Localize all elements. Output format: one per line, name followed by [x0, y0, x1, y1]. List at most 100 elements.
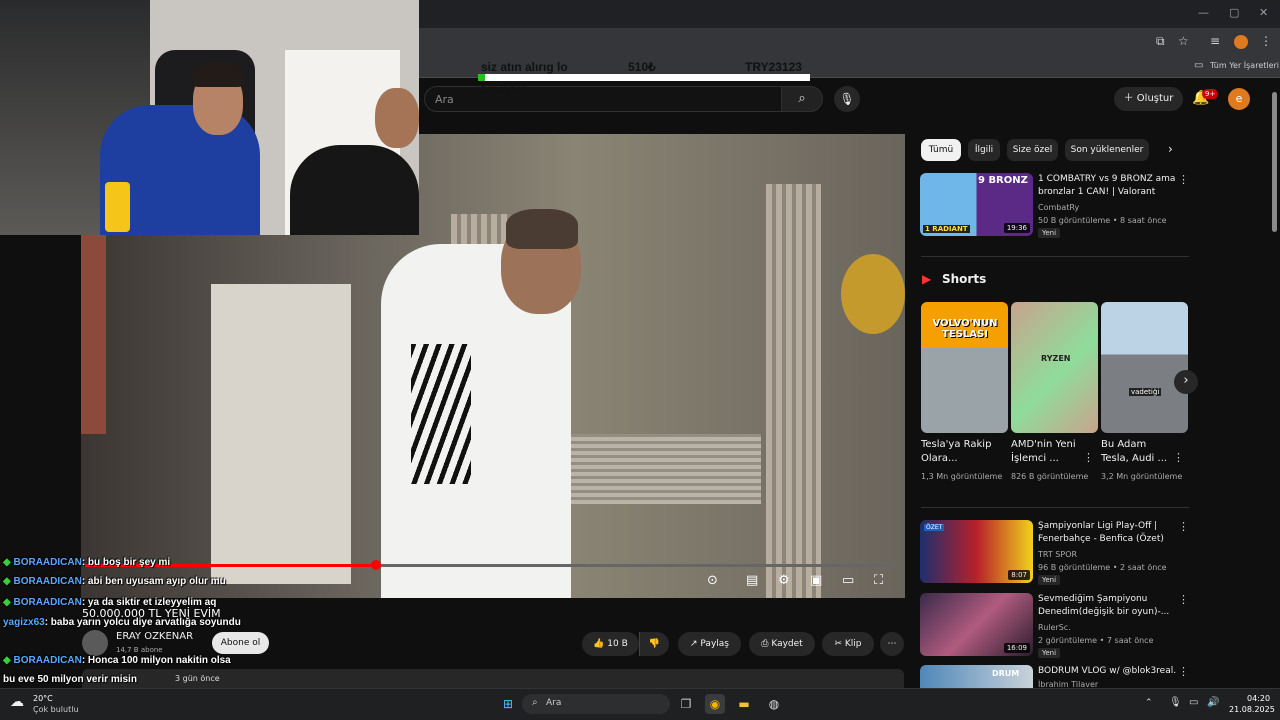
more-options-icon[interactable]: ⋮: [1178, 593, 1189, 606]
chat-badge-icon: ◆: [3, 557, 14, 568]
thumbnail-text: VOLVO'NUN TESLASI: [932, 318, 998, 340]
like-count: 10 B: [607, 639, 628, 649]
chip-recently-uploaded[interactable]: Son yüklenenler: [1065, 139, 1149, 161]
video-thumbnail[interactable]: ÖZET 8:07: [920, 520, 1033, 583]
short-views: 3,2 Mn görüntüleme: [1101, 472, 1183, 481]
fullscreen-icon[interactable]: ⛶: [874, 573, 883, 588]
chat-text: : abi ben uyusam ayıp olur mu: [81, 576, 226, 587]
list-item[interactable]: 16:09 Sevmediğim Şampiyonu Denedim(değiş…: [920, 593, 1270, 658]
chevron-right-icon[interactable]: ›: [1168, 142, 1173, 156]
weather-desc[interactable]: Çok bulutlu: [33, 705, 79, 714]
chat-message: ◆ BORAADICAN: ya da siktir et izleyyelim…: [3, 593, 243, 612]
channel-name[interactable]: CombatRy: [1038, 203, 1079, 212]
video-thumbnail[interactable]: 9 BRONZ 1 RADIANT 19:36: [920, 173, 1033, 236]
weather-icon[interactable]: ☁: [10, 694, 24, 710]
thumbnail-text: ÖZET: [924, 524, 945, 531]
chip-for-you[interactable]: Size özel: [1007, 139, 1058, 161]
shorts-heading: Shorts: [942, 272, 987, 286]
create-button[interactable]: ＋ Oluştur: [1114, 87, 1183, 111]
short-title[interactable]: Bu Adam Tesla, Audi ...: [1101, 438, 1173, 466]
channel-name[interactable]: ERAY OZKENAR: [116, 631, 193, 642]
chip-related[interactable]: İlgili: [968, 139, 1000, 161]
channel-name[interactable]: RulerSc.: [1038, 623, 1071, 632]
account-avatar[interactable]: e: [1228, 88, 1250, 110]
new-badge: Yeni: [1038, 648, 1061, 658]
donation-progress-fill: [478, 74, 485, 81]
theater-mode-icon[interactable]: ▭: [842, 573, 854, 588]
shorts-next-icon[interactable]: ›: [1174, 370, 1198, 394]
video-title[interactable]: BODRUM VLOG w/ @blok3real.: [1038, 665, 1178, 678]
share-button[interactable]: ↗ Paylaş: [678, 632, 741, 656]
duration-badge: 19:36: [1003, 223, 1030, 233]
clock-date[interactable]: 21.08.2025: [1229, 705, 1275, 714]
scrubber-handle[interactable]: [371, 560, 381, 570]
weather-temp[interactable]: 20°C: [33, 694, 53, 703]
chat-username: BORAADICAN: [13, 597, 82, 608]
taskbar-search-label: Ara: [546, 698, 562, 708]
dislike-button[interactable]: 👎: [639, 632, 669, 656]
video-thumbnail[interactable]: DRUM: [920, 665, 1033, 688]
taskbar-search[interactable]: Ara: [522, 694, 670, 714]
short-more-icon[interactable]: ⋮: [1083, 451, 1094, 464]
short-thumbnail[interactable]: VOLVO'NUN TESLASI: [921, 302, 1008, 433]
settings-gear-icon[interactable]: ⚙: [778, 573, 790, 588]
channel-name[interactable]: İbrahim Tilaver: [1038, 680, 1098, 688]
video-title[interactable]: 1 COMBATRY vs 9 BRONZ ama bronzlar 1 CAN…: [1038, 173, 1178, 199]
more-options-icon[interactable]: ⋮: [1178, 665, 1189, 678]
network-icon[interactable]: ▭: [1189, 697, 1198, 708]
subtitles-icon[interactable]: ▤: [746, 573, 758, 588]
autoplay-toggle-icon[interactable]: ⊙: [707, 573, 718, 588]
app-icon[interactable]: ◍: [764, 694, 784, 714]
close-button[interactable]: ✕: [1259, 6, 1268, 19]
clock-time[interactable]: 04:20: [1247, 694, 1270, 703]
short-item[interactable]: VOLVO'NUN TESLASI Tesla'ya Rakip Olara..…: [921, 302, 1008, 484]
short-thumbnail[interactable]: vadetiği: [1101, 302, 1188, 433]
profile-avatar[interactable]: [1234, 35, 1248, 49]
short-views: 1,3 Mn görüntüleme: [921, 472, 1003, 481]
clip-label: Klip: [844, 639, 862, 649]
short-thumbnail[interactable]: RYZEN: [1011, 302, 1098, 433]
scissors-icon: ✂: [834, 639, 845, 649]
mic-tray-icon[interactable]: 🎙: [1169, 697, 1182, 708]
short-title[interactable]: Tesla'ya Rakip Olara...: [921, 438, 993, 466]
file-explorer-icon[interactable]: ▬: [734, 694, 754, 714]
task-view-icon[interactable]: ❐: [676, 694, 696, 714]
bookmark-star-icon[interactable]: ☆: [1178, 34, 1189, 48]
video-thumbnail[interactable]: 16:09: [920, 593, 1033, 656]
chat-text: : bu boş bir şey mi: [81, 557, 171, 568]
chat-text: : baba yarın yolcu diye arvatlığa soyund…: [44, 617, 241, 628]
windows-start-icon[interactable]: ⊞: [498, 694, 518, 714]
chrome-icon[interactable]: ◉: [705, 694, 725, 714]
list-item[interactable]: ÖZET 8:07 Şampiyonlar Ligi Play-Off | Fe…: [920, 520, 1270, 585]
thumbnail-text: 9 BRONZ: [978, 175, 1028, 186]
shorts-icon: ▶: [922, 272, 932, 286]
install-icon[interactable]: ⧉: [1156, 34, 1165, 49]
volume-icon[interactable]: 🔊: [1207, 697, 1219, 708]
channel-name[interactable]: TRT SPOR: [1038, 550, 1077, 559]
miniplayer-icon[interactable]: ▣: [810, 573, 822, 588]
clip-button[interactable]: ✂ Klip: [822, 632, 874, 656]
short-title[interactable]: AMD'nin Yeni İşlemci ...: [1011, 438, 1083, 466]
video-title[interactable]: Şampiyonlar Ligi Play-Off | Fenerbahçe -…: [1038, 520, 1178, 546]
short-more-icon[interactable]: ⋮: [1173, 451, 1184, 464]
divider: [921, 507, 1189, 508]
donation-goal-overlay: siz atın alırıg lo 510₺ TRY23123 bişeyle…: [478, 60, 814, 104]
all-bookmarks-link[interactable]: Tüm Yer İşaretleri: [1210, 61, 1279, 70]
menu-icon[interactable]: ⋮: [1260, 34, 1272, 48]
save-button[interactable]: ⎙ Kaydet: [749, 632, 815, 656]
chip-all[interactable]: Tümü: [921, 139, 961, 161]
page-scrollbar[interactable]: [1272, 92, 1277, 232]
microphone-icon[interactable]: 🎙: [834, 86, 860, 112]
video-title[interactable]: Sevmediğim Şampiyonu Denedim(değişik bir…: [1038, 593, 1178, 619]
minimize-button[interactable]: —: [1198, 6, 1209, 19]
list-item[interactable]: 9 BRONZ 1 RADIANT 19:36 1 COMBATRY vs 9 …: [920, 173, 1270, 238]
more-actions-button[interactable]: ⋯: [880, 632, 904, 656]
more-options-icon[interactable]: ⋮: [1178, 520, 1189, 533]
maximize-button[interactable]: ▢: [1229, 6, 1239, 19]
list-item[interactable]: DRUM BODRUM VLOG w/ @blok3real. İbrahim …: [920, 665, 1270, 688]
share-icon: ↗: [690, 639, 701, 649]
like-button[interactable]: 👍 10 B: [582, 632, 639, 656]
more-options-icon[interactable]: ⋮: [1178, 173, 1189, 186]
media-icon[interactable]: ≡: [1210, 34, 1220, 48]
tray-chevron-icon[interactable]: ⌃: [1145, 698, 1153, 708]
